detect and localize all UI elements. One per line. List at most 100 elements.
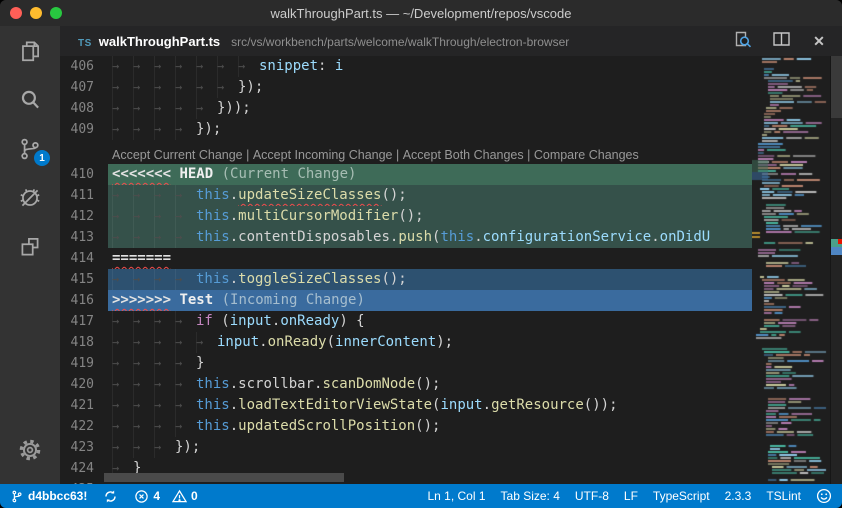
tab-whitespace: → bbox=[175, 311, 196, 332]
code-line[interactable]: 415 → → → → this.toggleSizeClasses(); bbox=[60, 269, 752, 290]
code-token: ) { bbox=[339, 313, 365, 329]
tab-whitespace: → bbox=[133, 98, 154, 119]
tab-whitespace: → bbox=[112, 437, 133, 458]
tab-whitespace: → bbox=[175, 332, 196, 353]
minimap[interactable] bbox=[752, 56, 830, 484]
line-number: 411 bbox=[70, 188, 94, 203]
tab-whitespace: → bbox=[112, 353, 133, 374]
code-line[interactable]: 421 → → → → this.loadTextEditorViewState(inpu… bbox=[60, 395, 752, 416]
code-token: : bbox=[318, 58, 335, 74]
codelens-link-accept-current-change[interactable]: Accept Current Change bbox=[112, 148, 243, 162]
scrollbar-slider[interactable] bbox=[831, 56, 842, 118]
code-line[interactable]: 408 → → → → →})); bbox=[60, 98, 752, 119]
git-branch-indicator[interactable]: d4bbcc63! bbox=[10, 489, 87, 504]
code-token: ( bbox=[326, 334, 336, 350]
tab-walkthroughpart[interactable]: TS walkThroughPart.ts src/vs/workbench/p… bbox=[60, 34, 569, 49]
code-line[interactable]: 406 → → → → → → → snippet: i bbox=[60, 56, 752, 77]
activity-debug-button[interactable] bbox=[0, 173, 60, 222]
horizontal-scrollbar[interactable] bbox=[104, 473, 344, 482]
code-token: onDidU bbox=[659, 229, 711, 245]
settings-gear-button[interactable] bbox=[0, 425, 60, 474]
code-line[interactable]: 419 → → → →} bbox=[60, 353, 752, 374]
code-token: . bbox=[259, 334, 268, 350]
code-token: . bbox=[229, 376, 239, 392]
tab-whitespace: → bbox=[154, 374, 175, 395]
line-number: 420 bbox=[70, 377, 94, 392]
status-tab-size[interactable]: Tab Size: 4 bbox=[501, 489, 560, 503]
split-editor-button[interactable] bbox=[770, 30, 792, 52]
open-preview-button[interactable] bbox=[732, 30, 754, 52]
tab-whitespace: → bbox=[133, 206, 154, 227]
code-token: ()); bbox=[583, 397, 618, 413]
code-token: (Incoming Change) bbox=[221, 292, 365, 308]
tab-whitespace: → bbox=[112, 119, 133, 140]
status-ts-version[interactable]: 2.3.3 bbox=[725, 489, 752, 503]
sync-button[interactable] bbox=[103, 489, 118, 504]
debug-crossed-bug-icon bbox=[17, 185, 43, 211]
status-encoding[interactable]: UTF-8 bbox=[575, 489, 609, 503]
problems-indicator[interactable]: 4 0 bbox=[134, 489, 198, 504]
line-number: 410 bbox=[70, 167, 94, 182]
tab-whitespace: → bbox=[112, 98, 133, 119]
line-number: 422 bbox=[70, 419, 94, 434]
activity-explorer-button[interactable] bbox=[0, 26, 60, 75]
status-tslint[interactable]: TSLint bbox=[766, 489, 801, 503]
titlebar: walkThroughPart.ts — ~/Development/repos… bbox=[0, 0, 842, 26]
code-line[interactable]: 409 → → → →}); bbox=[60, 119, 752, 140]
tab-whitespace: → bbox=[175, 56, 196, 77]
code-token: input bbox=[217, 334, 260, 350]
code-editor[interactable]: 406 → → → → → → → snippet: i 407 → → → → → →}); 408 → → → → →… bbox=[60, 56, 752, 484]
code-token: this bbox=[440, 229, 475, 245]
code-line[interactable]: 413 → → → → this.contentDisposables.push(this… bbox=[60, 227, 752, 248]
codelens-link-accept-incoming-change[interactable]: Accept Incoming Change bbox=[253, 148, 393, 162]
code-token: i bbox=[334, 58, 344, 74]
tab-whitespace: → bbox=[112, 77, 133, 98]
code-line[interactable]: 414 ======= bbox=[60, 248, 752, 269]
tab-whitespace: → bbox=[133, 332, 154, 353]
code-line[interactable]: 412 → → → → this.multiCursorModifier(); bbox=[60, 206, 752, 227]
status-cursor-position[interactable]: Ln 1, Col 1 bbox=[427, 489, 485, 503]
code-token: snippet bbox=[259, 58, 319, 74]
tab-whitespace: → bbox=[196, 98, 217, 119]
activity-source-control-button[interactable]: 1 bbox=[0, 124, 60, 173]
codelens-link-compare-changes[interactable]: Compare Changes bbox=[534, 148, 639, 162]
tab-whitespace: → bbox=[112, 269, 133, 290]
tab-whitespace: → bbox=[154, 269, 175, 290]
error-icon bbox=[134, 489, 149, 504]
tab-whitespace: → bbox=[133, 416, 154, 437]
code-line[interactable]: 417 → → → → if (input.onReady) { bbox=[60, 311, 752, 332]
activity-bar: 1 bbox=[0, 26, 60, 484]
tab-whitespace: → bbox=[154, 77, 175, 98]
code-line[interactable]: 407 → → → → → →}); bbox=[60, 77, 752, 98]
tab-whitespace: → bbox=[133, 395, 154, 416]
code-token: onReady bbox=[280, 313, 340, 329]
tab-whitespace: → bbox=[175, 98, 196, 119]
code-token: . bbox=[229, 229, 239, 245]
code-line[interactable]: 422 → → → → this.updatedScrollPosition(); bbox=[60, 416, 752, 437]
code-line[interactable]: 420 → → → → this.scrollbar.scanDomNode(); bbox=[60, 374, 752, 395]
status-language-mode[interactable]: TypeScript bbox=[653, 489, 710, 503]
tab-file-path: src/vs/workbench/parts/welcome/walkThrou… bbox=[231, 34, 570, 49]
code-token: updatedScrollPosition bbox=[238, 418, 416, 434]
code-line[interactable]: 416 >>>>>>> Test (Incoming Change) bbox=[60, 290, 752, 311]
code-line[interactable]: 423 → → →}); bbox=[60, 437, 752, 458]
code-line[interactable]: 418 → → → → → input.onReady(innerContent); bbox=[60, 332, 752, 353]
activity-search-button[interactable] bbox=[0, 75, 60, 124]
line-number: 408 bbox=[70, 101, 94, 116]
feedback-smiley-button[interactable] bbox=[816, 488, 832, 504]
code-lines: 406 → → → → → → → snippet: i 407 → → → → → →}); 408 → → → → →… bbox=[60, 56, 752, 484]
code-token: scrollbar bbox=[238, 376, 315, 392]
line-number: 418 bbox=[70, 335, 94, 350]
vertical-scrollbar[interactable] bbox=[830, 56, 842, 484]
line-number: 407 bbox=[70, 80, 94, 95]
close-editor-button[interactable]: ✕ bbox=[808, 30, 830, 52]
tab-whitespace: → bbox=[112, 332, 133, 353]
tab-whitespace: → bbox=[154, 119, 175, 140]
code-line[interactable]: 411 → → → → this.updateSizeClasses(); bbox=[60, 185, 752, 206]
code-token: HEAD bbox=[171, 166, 222, 182]
activity-extensions-button[interactable] bbox=[0, 222, 60, 271]
code-line[interactable]: 410 <<<<<<< HEAD (Current Change) bbox=[60, 164, 752, 185]
tab-whitespace: → bbox=[133, 185, 154, 206]
status-eol[interactable]: LF bbox=[624, 489, 638, 503]
codelens-link-accept-both-changes[interactable]: Accept Both Changes bbox=[403, 148, 524, 162]
